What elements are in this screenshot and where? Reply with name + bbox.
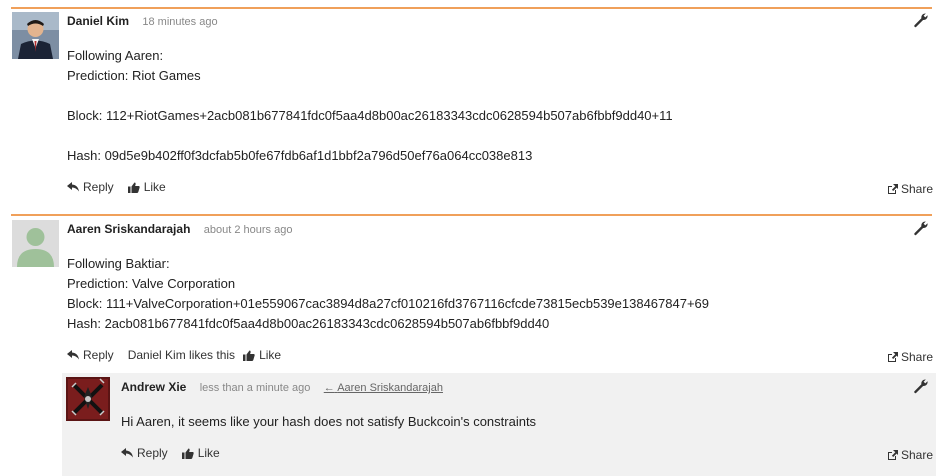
like-label: Like bbox=[197, 446, 220, 460]
comment-line bbox=[67, 126, 673, 146]
like-label: Like bbox=[143, 180, 166, 194]
comment-actions: Reply Like bbox=[67, 180, 180, 194]
comment-line: Hi Aaren, it seems like your hash does n… bbox=[121, 414, 537, 429]
arrow-left-icon: ← bbox=[323, 382, 335, 394]
avatar[interactable] bbox=[66, 377, 110, 421]
reply-button[interactable]: Reply bbox=[67, 180, 114, 194]
like-button[interactable]: Like bbox=[127, 180, 166, 194]
thumbs-up-icon bbox=[127, 182, 140, 193]
comment-line bbox=[67, 86, 673, 106]
reply-button[interactable]: Reply bbox=[67, 348, 114, 362]
share-icon bbox=[888, 183, 898, 194]
thumbs-up-icon bbox=[181, 448, 194, 459]
author-name[interactable]: Daniel Kim bbox=[67, 14, 129, 28]
reply-label: Reply bbox=[83, 348, 114, 362]
share-label: Share bbox=[901, 182, 934, 196]
comment-line: Following Aaren: bbox=[67, 48, 164, 63]
comment-line: Hash: 09d5e9b402ff0f3dcfab5b0fe67fdb6af1… bbox=[67, 148, 533, 163]
like-button[interactable]: Like bbox=[243, 348, 281, 362]
share-icon bbox=[888, 351, 898, 362]
share-label: Share bbox=[901, 350, 934, 364]
share-button[interactable]: Share bbox=[887, 182, 933, 196]
likes-summary[interactable]: Daniel Kim likes this bbox=[128, 348, 235, 362]
comment-divider bbox=[11, 7, 932, 9]
like-label: Like bbox=[259, 348, 282, 362]
reply-icon bbox=[67, 350, 79, 360]
author-name[interactable]: Aaren Sriskandarajah bbox=[67, 222, 190, 236]
comment-divider bbox=[11, 214, 932, 216]
comment-body: Hi Aaren, it seems like your hash does n… bbox=[121, 412, 536, 432]
wrench-icon[interactable] bbox=[913, 378, 929, 394]
avatar[interactable] bbox=[12, 220, 59, 267]
comment-line: Block: 111+ValveCorporation+01e559067cac… bbox=[67, 296, 710, 311]
thumbs-up-icon bbox=[243, 350, 255, 361]
reply-icon bbox=[67, 182, 79, 192]
comment-line: Prediction: Riot Games bbox=[67, 68, 201, 83]
timestamp[interactable]: about 2 hours ago bbox=[204, 224, 293, 236]
comment-body: Following Aaren: Prediction: Riot Games … bbox=[67, 46, 673, 166]
like-button[interactable]: Like bbox=[181, 446, 220, 460]
comment-line: Hash: 2acb081b677841fdc0f5aa4d8b00ac2618… bbox=[67, 316, 550, 331]
wrench-icon[interactable] bbox=[913, 220, 929, 236]
comment-actions: Reply Like bbox=[121, 446, 234, 460]
parent-comment-link[interactable]: ← Aaren Sriskandarajah bbox=[324, 382, 443, 394]
wrench-icon[interactable] bbox=[913, 12, 929, 28]
comment-line: Block: 112+RiotGames+2acb081b677841fdc0f… bbox=[67, 108, 673, 123]
comment-meta: Andrew Xie less than a minute ago ← Aare… bbox=[121, 380, 443, 394]
comment-actions: Reply Daniel Kim likes this Like bbox=[67, 348, 295, 362]
comment-line: Prediction: Valve Corporation bbox=[67, 276, 236, 291]
share-label: Share bbox=[901, 448, 934, 462]
avatar[interactable] bbox=[12, 12, 59, 59]
author-name[interactable]: Andrew Xie bbox=[121, 380, 186, 394]
timestamp[interactable]: 18 minutes ago bbox=[142, 16, 217, 28]
comment-meta: Daniel Kim 18 minutes ago bbox=[67, 14, 218, 28]
comment-body: Following Baktiar: Prediction: Valve Cor… bbox=[67, 254, 709, 334]
reply-button[interactable]: Reply bbox=[121, 446, 168, 460]
share-button[interactable]: Share bbox=[887, 448, 933, 462]
reply-label: Reply bbox=[83, 180, 114, 194]
parent-author: Aaren Sriskandarajah bbox=[337, 382, 443, 394]
share-button[interactable]: Share bbox=[887, 350, 933, 364]
reply-label: Reply bbox=[137, 446, 168, 460]
comment-meta: Aaren Sriskandarajah about 2 hours ago bbox=[67, 222, 292, 236]
reply-icon bbox=[121, 448, 133, 458]
comment-line: Following Baktiar: bbox=[67, 256, 170, 271]
timestamp[interactable]: less than a minute ago bbox=[200, 382, 311, 394]
share-icon bbox=[888, 449, 898, 460]
